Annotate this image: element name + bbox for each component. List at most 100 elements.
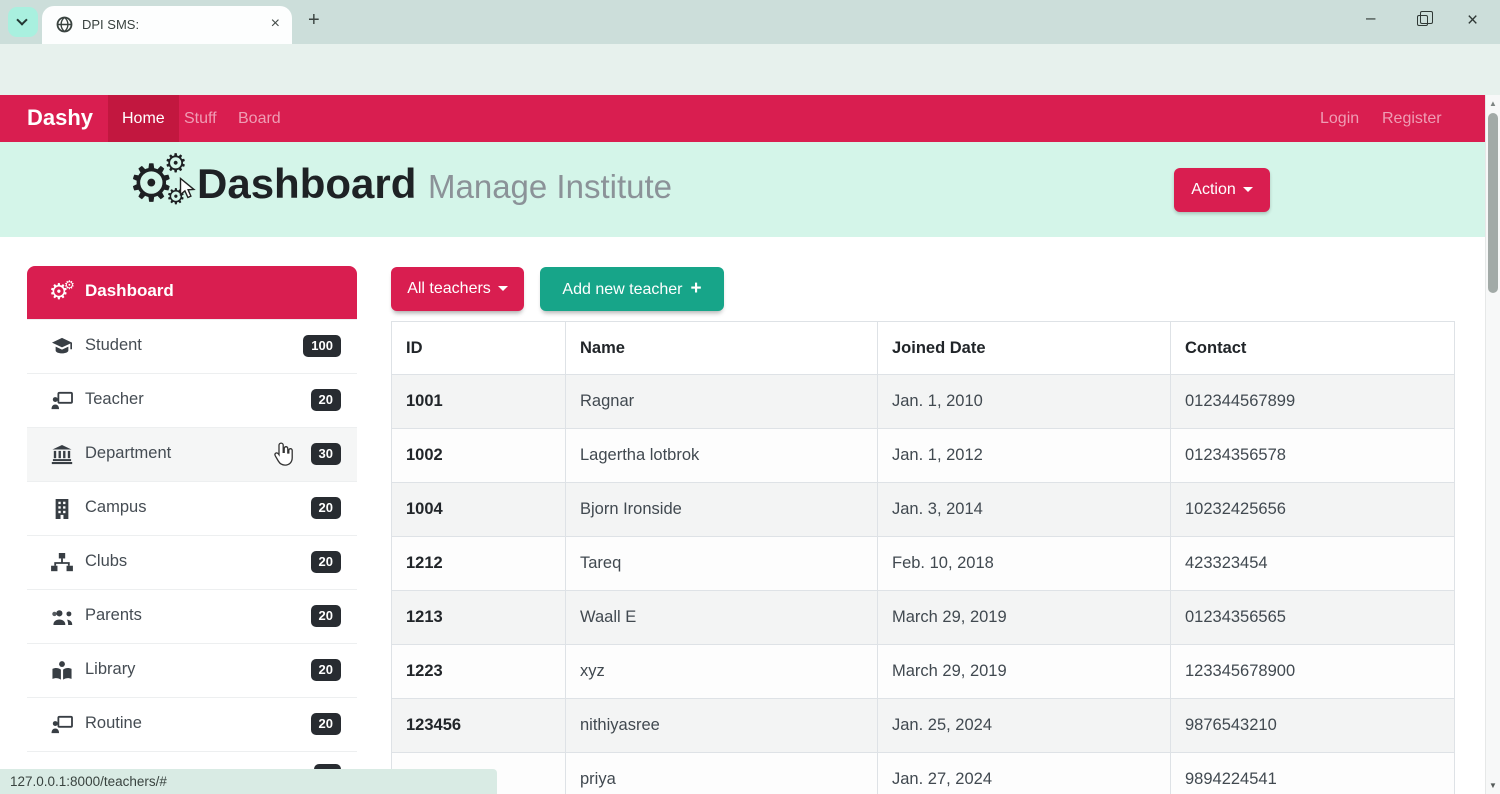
nav-item-register[interactable]: Register <box>1368 95 1456 142</box>
caret-down-icon <box>1243 187 1253 192</box>
cell-id: 1213 <box>392 591 566 645</box>
all-teachers-dropdown-button[interactable]: All teachers <box>391 267 524 311</box>
chevron-down-icon <box>16 14 27 25</box>
column-header-joined: Joined Date <box>878 322 1171 375</box>
nav-item-home[interactable]: Home <box>108 95 179 142</box>
count-badge: 20 <box>311 605 341 627</box>
cell-name: priya <box>566 753 878 794</box>
count-badge: 20 <box>311 389 341 411</box>
tab-close-icon[interactable]: × <box>271 15 280 33</box>
cogs-icon: ⚙ ⚙ <box>49 281 79 305</box>
sidebar-item-clubs[interactable]: Clubs 20 <box>27 535 357 589</box>
sidebar: ⚙ ⚙ Dashboard Student 100 Teacher 20 Dep… <box>27 266 357 769</box>
cogs-icon: ⚙ ⚙ ⚙ <box>128 152 194 222</box>
building-icon <box>51 499 73 519</box>
globe-icon <box>56 16 73 38</box>
cell-contact: 9894224541 <box>1171 753 1455 794</box>
cell-id: 1004 <box>392 483 566 537</box>
tab-search-chevron-button[interactable] <box>8 7 38 37</box>
action-dropdown-button[interactable]: Action <box>1174 168 1270 212</box>
cell-id: 1002 <box>392 429 566 483</box>
cell-contact: 423323454 <box>1171 537 1455 591</box>
cell-joined: Feb. 10, 2018 <box>878 537 1171 591</box>
table-header-row: ID Name Joined Date Contact <box>392 322 1455 375</box>
sitemap-icon <box>51 553 73 573</box>
cell-id: 1223 <box>392 645 566 699</box>
university-icon <box>51 445 73 465</box>
brand-logo[interactable]: Dashy <box>27 105 93 131</box>
teachers-table: ID Name Joined Date Contact 1001RagnarJa… <box>391 321 1455 794</box>
table-row: 1212TareqFeb. 10, 2018423323454 <box>392 537 1455 591</box>
cell-contact: 01234356578 <box>1171 429 1455 483</box>
cell-joined: Jan. 3, 2014 <box>878 483 1171 537</box>
plus-icon: + <box>690 278 701 299</box>
site-navbar: Dashy Home Stuff Board Login Register <box>0 95 1485 142</box>
cell-name: Lagertha lotbrok <box>566 429 878 483</box>
sidebar-item-teacher[interactable]: Teacher 20 <box>27 373 357 427</box>
sidebar-item-campus[interactable]: Campus 20 <box>27 481 357 535</box>
count-badge: 30 <box>311 443 341 465</box>
tab-title: DPI SMS: <box>82 17 139 32</box>
cell-contact: 01234356565 <box>1171 591 1455 645</box>
book-reader-icon <box>51 661 73 681</box>
sidebar-item-partial[interactable] <box>27 751 357 769</box>
cell-contact: 9876543210 <box>1171 699 1455 753</box>
column-header-name: Name <box>566 322 878 375</box>
status-bar-url: 127.0.0.1:8000/teachers/# <box>0 769 497 794</box>
table-row: 1002Lagertha lotbrokJan. 1, 201201234356… <box>392 429 1455 483</box>
cell-id: 1001 <box>392 375 566 429</box>
table-row: priyaJan. 27, 20249894224541 <box>392 753 1455 794</box>
table-row: 123456nithiyasreeJan. 25, 20249876543210 <box>392 699 1455 753</box>
column-header-id: ID <box>392 322 566 375</box>
page-title: Dashboard <box>197 160 416 208</box>
nav-item-board[interactable]: Board <box>224 95 295 142</box>
sidebar-item-routine[interactable]: Routine 20 <box>27 697 357 751</box>
sidebar-item-department[interactable]: Department 30 <box>27 427 357 481</box>
cell-joined: March 29, 2019 <box>878 645 1171 699</box>
new-tab-button[interactable]: + <box>308 9 320 32</box>
cell-id: 123456 <box>392 699 566 753</box>
page-scrollbar[interactable]: ▲ ▼ <box>1485 95 1500 794</box>
scrollbar-thumb[interactable] <box>1488 113 1498 293</box>
table-row: 1001RagnarJan. 1, 2010012344567899 <box>392 375 1455 429</box>
scroll-up-icon[interactable]: ▲ <box>1489 99 1497 108</box>
cell-contact: 012344567899 <box>1171 375 1455 429</box>
window-close-button[interactable]: × <box>1467 10 1478 32</box>
cell-joined: Jan. 25, 2024 <box>878 699 1171 753</box>
cell-contact: 123345678900 <box>1171 645 1455 699</box>
users-icon <box>51 607 73 627</box>
cell-name: Bjorn Ironside <box>566 483 878 537</box>
caret-down-icon <box>498 286 508 291</box>
cell-joined: March 29, 2019 <box>878 591 1171 645</box>
add-new-teacher-button[interactable]: Add new teacher+ <box>540 267 724 311</box>
browser-tab-strip: DPI SMS: × + – × <box>0 0 1500 44</box>
table-row: 1213Waall EMarch 29, 201901234356565 <box>392 591 1455 645</box>
count-badge: 20 <box>311 497 341 519</box>
cell-name: xyz <box>566 645 878 699</box>
sidebar-item-parents[interactable]: Parents 20 <box>27 589 357 643</box>
cell-name: Waall E <box>566 591 878 645</box>
scroll-down-icon[interactable]: ▼ <box>1489 781 1497 790</box>
cell-name: nithiyasree <box>566 699 878 753</box>
sidebar-item-dashboard[interactable]: ⚙ ⚙ Dashboard <box>27 266 357 319</box>
chalkboard-teacher-icon <box>51 715 73 735</box>
nav-item-login[interactable]: Login <box>1306 95 1373 142</box>
cell-name: Ragnar <box>566 375 878 429</box>
nav-item-stuff[interactable]: Stuff <box>170 95 231 142</box>
window-minimize-button[interactable]: – <box>1366 8 1375 28</box>
screen: DPI SMS: × + – × ← → ⓘ 127.0.0.1:8000/te… <box>0 0 1500 794</box>
sidebar-item-student[interactable]: Student 100 <box>27 319 357 373</box>
browser-tab[interactable]: DPI SMS: × <box>42 6 292 44</box>
sidebar-item-library[interactable]: Library 20 <box>27 643 357 697</box>
cell-joined: Jan. 1, 2010 <box>878 375 1171 429</box>
page-subtitle: Manage Institute <box>428 168 672 206</box>
count-badge: 20 <box>311 713 341 735</box>
window-restore-button[interactable] <box>1417 15 1428 26</box>
cell-name: Tareq <box>566 537 878 591</box>
count-badge: 20 <box>311 551 341 573</box>
cell-joined: Jan. 27, 2024 <box>878 753 1171 794</box>
cell-joined: Jan. 1, 2012 <box>878 429 1171 483</box>
cell-id: 1212 <box>392 537 566 591</box>
column-header-contact: Contact <box>1171 322 1455 375</box>
browser-toolbar: ← → ⓘ 127.0.0.1:8000/teachers/# ☆ ⋮ <box>0 44 1500 95</box>
